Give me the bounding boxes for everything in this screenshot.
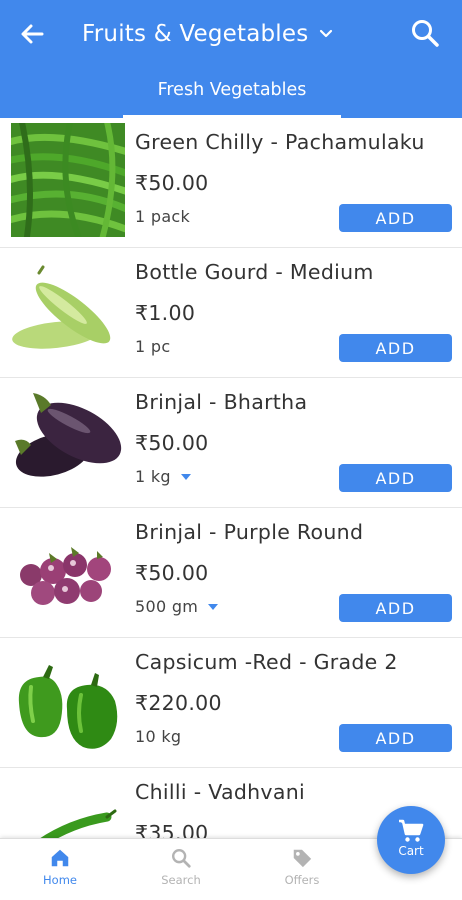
tab-fresh-vegetables[interactable]: Fresh Vegetables — [123, 76, 341, 118]
app-header: Fruits & Vegetables Fresh Vegetables — [0, 0, 462, 118]
add-button[interactable]: ADD — [339, 334, 452, 362]
category-selector[interactable]: Fruits & Vegetables — [82, 16, 334, 52]
quantity-dropdown[interactable]: 1 kg — [135, 467, 191, 486]
cart-icon — [399, 819, 424, 842]
nav-search[interactable]: Search — [141, 847, 221, 887]
chevron-down-icon — [320, 29, 333, 38]
tag-icon — [293, 849, 312, 868]
tab-label: Fresh Vegetables — [157, 80, 307, 100]
product-item[interactable]: Capsicum -Red - Grade 2 ₹220.00 10 kg AD… — [0, 638, 462, 768]
product-name: Chilli - Vadhvani — [135, 780, 306, 804]
back-arrow-icon[interactable] — [16, 18, 48, 50]
quantity-label: 10 kg — [135, 727, 182, 746]
quantity-label: 1 pc — [135, 337, 171, 356]
nav-label: Home — [43, 873, 77, 887]
product-price: ₹50.00 — [135, 171, 209, 195]
product-quantity: 10 kg — [135, 727, 181, 746]
add-button[interactable]: ADD — [339, 594, 452, 622]
home-icon — [51, 849, 69, 867]
product-name: Capsicum -Red - Grade 2 — [135, 650, 398, 674]
product-price: ₹50.00 — [135, 561, 209, 585]
product-name: Brinjal - Purple Round — [135, 520, 364, 544]
product-image-bottle-gourd[interactable] — [11, 253, 125, 367]
search-icon — [172, 849, 191, 868]
quantity-label: 1 kg — [135, 467, 171, 486]
dropdown-arrow-icon — [180, 473, 191, 480]
add-button[interactable]: ADD — [339, 724, 452, 752]
product-image-green-chilly[interactable] — [11, 123, 125, 237]
product-name: Brinjal - Bhartha — [135, 390, 308, 414]
search-icon[interactable] — [410, 18, 440, 48]
product-item[interactable]: Brinjal - Purple Round ₹50.00 500 gm ADD — [0, 508, 462, 638]
product-quantity: 1 pc — [135, 337, 170, 356]
product-quantity: 1 pack — [135, 207, 190, 226]
nav-offers[interactable]: Offers — [262, 847, 342, 887]
add-button[interactable]: ADD — [339, 204, 452, 232]
cart-button[interactable]: Cart — [377, 806, 445, 874]
product-name: Bottle Gourd - Medium — [135, 260, 374, 284]
product-price: ₹220.00 — [135, 691, 222, 715]
dropdown-arrow-icon — [208, 603, 219, 610]
product-name: Green Chilly - Pachamulaku — [135, 130, 425, 154]
quantity-label: 1 pack — [135, 207, 191, 226]
product-item[interactable]: Green Chilly - Pachamulaku ₹50.00 1 pack… — [0, 118, 462, 248]
nav-label: Offers — [284, 873, 320, 887]
product-image-brinjal-purple-round[interactable] — [11, 513, 125, 627]
nav-home[interactable]: Home — [20, 847, 100, 887]
product-image-capsicum[interactable] — [11, 643, 125, 757]
product-price: ₹50.00 — [135, 431, 209, 455]
product-item[interactable]: Brinjal - Bhartha ₹50.00 1 kg ADD — [0, 378, 462, 508]
product-item[interactable]: Bottle Gourd - Medium ₹1.00 1 pc ADD — [0, 248, 462, 378]
cart-label: Cart — [398, 844, 424, 858]
add-button[interactable]: ADD — [339, 464, 452, 492]
product-price: ₹1.00 — [135, 301, 196, 325]
nav-label: Search — [161, 873, 201, 887]
product-image-brinjal-bhartha[interactable] — [11, 383, 125, 497]
quantity-label: 500 gm — [135, 597, 199, 616]
quantity-dropdown[interactable]: 500 gm — [135, 597, 219, 616]
page-title: Fruits & Vegetables — [82, 21, 309, 47]
